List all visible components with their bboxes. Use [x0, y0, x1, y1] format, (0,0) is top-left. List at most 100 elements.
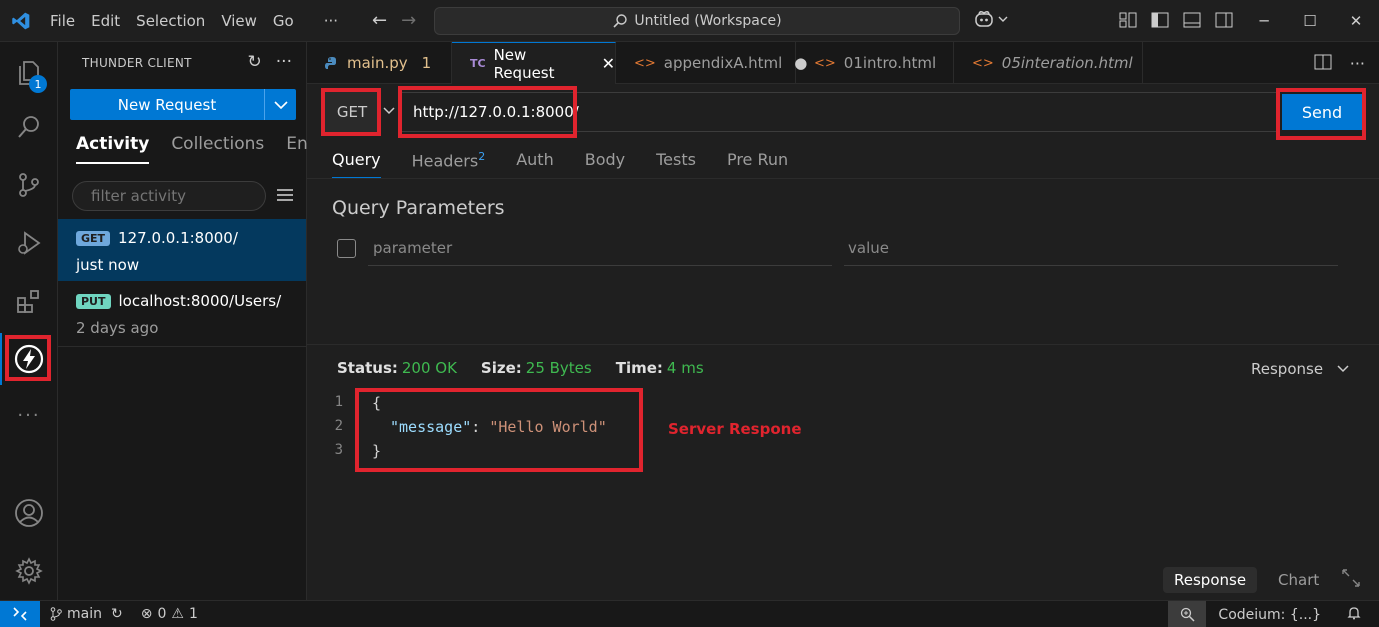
highlight-box-response [355, 388, 643, 472]
activity-item[interactable]: PUT localhost:8000/Users/ 2 days ago [58, 282, 306, 346]
chevron-down-icon[interactable] [383, 104, 395, 119]
menu-selection[interactable]: Selection [128, 0, 213, 42]
response-view-label: Response [1251, 360, 1324, 378]
activity-url: 127.0.0.1:8000/ [118, 229, 238, 247]
codeium-status[interactable]: Codeium: {...} [1218, 607, 1321, 623]
tab-collections[interactable]: Collections [171, 134, 264, 164]
vscode-logo-icon [0, 0, 42, 42]
size-value: 25 Bytes [525, 359, 592, 377]
forward-arrow-icon[interactable]: → [401, 10, 416, 31]
run-debug-icon[interactable] [0, 217, 58, 269]
tab-05interation-html[interactable]: <> 05interation.html [954, 42, 1143, 84]
warning-count: 1 [188, 606, 198, 622]
tab-chart[interactable]: Chart [1267, 567, 1330, 593]
toggle-primary-sidebar-icon[interactable] [1150, 10, 1170, 30]
tab-main-py[interactable]: main.py 1 [307, 42, 452, 84]
command-center[interactable]: Untitled (Workspace) [434, 7, 960, 35]
menu-edit[interactable]: Edit [83, 0, 128, 42]
tab-activity[interactable]: Activity [76, 134, 150, 164]
menu-bar: File Edit Selection View Go ··· [42, 0, 346, 42]
tab-body[interactable]: Body [585, 150, 625, 179]
new-request-label: New Request [117, 95, 217, 114]
tab-query[interactable]: Query [332, 150, 381, 179]
customize-layout-icon[interactable] [1118, 10, 1138, 30]
expand-icon[interactable] [1341, 568, 1361, 592]
tab-01intro-html[interactable]: <> 01intro.html [796, 42, 954, 84]
chevron-down-icon [1337, 365, 1349, 373]
notifications-bell-icon[interactable] [1347, 606, 1361, 624]
filter-activity-input[interactable] [72, 181, 266, 211]
thunder-client-sidebar: THUNDER CLIENT ↻ ··· New Request Activit… [58, 42, 318, 600]
menu-go[interactable]: Go [265, 0, 302, 42]
line-number: 3 [334, 442, 343, 458]
refresh-icon[interactable]: ↻ [248, 52, 262, 72]
close-window-button[interactable]: ✕ [1333, 0, 1379, 42]
activity-url: localhost:8000/Users/ [118, 292, 282, 310]
tab-headers-label: Headers [411, 151, 479, 171]
sync-icon[interactable]: ↻ [111, 606, 123, 622]
search-icon [613, 14, 628, 28]
value-input[interactable]: value [844, 230, 1338, 266]
toggle-secondary-sidebar-icon[interactable] [1214, 10, 1234, 30]
line-number: 1 [334, 394, 343, 410]
more-actions-icon[interactable]: ··· [276, 52, 292, 72]
extensions-icon[interactable] [0, 275, 58, 327]
new-request-button[interactable]: New Request [70, 89, 296, 120]
thunder-client-icon: TC [470, 57, 486, 70]
param-checkbox[interactable] [337, 239, 356, 258]
method-badge-get: GET [76, 230, 111, 246]
minimize-button[interactable]: ─ [1241, 0, 1287, 42]
response-view-select[interactable]: Response [1251, 360, 1349, 378]
tab-response[interactable]: Response [1163, 567, 1258, 593]
accounts-icon[interactable] [0, 487, 58, 539]
editor-more-actions-icon[interactable]: ··· [1350, 54, 1365, 74]
chevron-down-icon [998, 16, 1008, 22]
tab-label: 01intro.html [843, 54, 937, 72]
problem-count: 1 [421, 54, 432, 72]
tab-auth[interactable]: Auth [516, 150, 554, 179]
zoom-icon[interactable] [1168, 601, 1207, 627]
source-control-icon[interactable] [0, 159, 58, 211]
tab-tests[interactable]: Tests [656, 150, 696, 179]
explorer-icon[interactable]: 1 [0, 46, 58, 98]
headers-count: 2 [478, 150, 486, 163]
time-label: Time: [615, 359, 663, 377]
git-branch-icon [50, 607, 62, 621]
menu-file[interactable]: File [42, 0, 83, 42]
back-arrow-icon[interactable]: ← [372, 10, 387, 31]
time-value: 4 ms [666, 359, 704, 377]
highlight-box-method [321, 88, 381, 136]
copilot-button[interactable] [974, 10, 1008, 28]
tab-headers[interactable]: Headers2 [412, 150, 486, 179]
toggle-panel-icon[interactable] [1182, 10, 1202, 30]
menu-more-button[interactable]: ··· [316, 0, 346, 42]
problems-status[interactable]: ⊗ 0 ⚠ 1 [141, 606, 198, 622]
tab-label: 05interation.html [1001, 54, 1133, 72]
filter-menu-icon[interactable] [276, 188, 294, 206]
parameter-input[interactable]: parameter [368, 230, 832, 266]
python-icon [325, 57, 336, 69]
more-views-button[interactable]: ··· [0, 389, 58, 441]
branch-status[interactable]: main ↻ [50, 606, 123, 622]
divider [58, 346, 306, 347]
close-icon[interactable]: ✕ [602, 54, 615, 73]
menu-view[interactable]: View [213, 0, 265, 42]
split-editor-icon[interactable] [1314, 54, 1332, 74]
sidebar-title: THUNDER CLIENT [82, 56, 192, 70]
divider [307, 344, 1379, 345]
tab-appendixa-html[interactable]: <> appendixA.html ● [616, 42, 807, 84]
status-bar: main ↻ ⊗ 0 ⚠ 1 Codeium: {...} [0, 600, 1379, 627]
remote-indicator-icon[interactable] [0, 600, 40, 627]
html-icon: <> [814, 55, 836, 71]
highlight-box-thunder-client [5, 335, 51, 381]
highlight-box-url [398, 86, 577, 138]
new-request-dropdown[interactable] [264, 89, 296, 120]
tab-new-request[interactable]: TC New Request ✕ [452, 42, 616, 84]
tab-pre-run[interactable]: Pre Run [727, 150, 788, 179]
search-icon[interactable] [0, 101, 58, 153]
annotation-text: Server Respone [668, 420, 802, 438]
branch-name: main [67, 606, 102, 622]
maximize-button[interactable]: ☐ [1287, 0, 1333, 42]
settings-gear-icon[interactable] [0, 545, 58, 597]
activity-item[interactable]: GET 127.0.0.1:8000/ just now [58, 219, 306, 281]
